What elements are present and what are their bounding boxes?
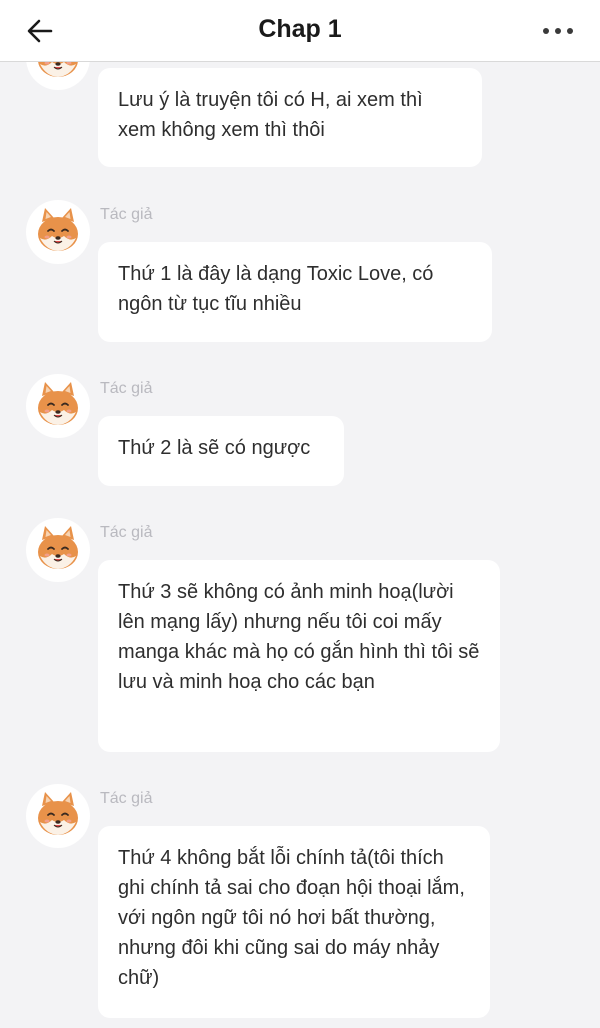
message-text: Lưu ý là truyện tôi có H, ai xem thì xem… [118,89,423,141]
message-bubble: Thứ 1 là đây là dạng Toxic Love, có ngôn… [98,242,492,342]
author-avatar[interactable] [26,518,90,582]
more-horizontal-icon [543,28,573,34]
author-avatar[interactable] [26,62,90,90]
message-bubble: Thứ 4 không bắt lỗi chính tả(tôi thích g… [98,826,490,1018]
message-feed[interactable]: Lưu ý là truyện tôi có H, ai xem thì xem… [0,62,600,1028]
shiba-dog-icon [38,62,78,77]
author-avatar[interactable] [26,374,90,438]
top-bar: Chap 1 [0,0,600,62]
author-avatar[interactable] [26,784,90,848]
message-text: Thứ 2 là sẽ có ngược [118,437,311,459]
message-text: Thứ 3 sẽ không có ảnh minh hoạ(lười lên … [118,581,480,693]
more-options-button[interactable] [538,14,578,48]
message-bubble: Lưu ý là truyện tôi có H, ai xem thì xem… [98,68,482,167]
author-label: Tác giả [100,380,153,397]
shiba-dog-icon [38,526,78,569]
shiba-dog-icon [38,208,78,251]
message-bubble: Thứ 3 sẽ không có ảnh minh hoạ(lười lên … [98,560,500,752]
shiba-dog-icon [38,792,78,835]
message-bubble: Thứ 2 là sẽ có ngược [98,416,344,486]
back-button[interactable] [22,13,58,49]
shiba-dog-icon [38,382,78,425]
arrow-left-icon [27,19,53,43]
message-text: Thứ 1 là đây là dạng Toxic Love, có ngôn… [118,263,434,315]
author-label: Tác giả [100,790,153,807]
message-text: Thứ 4 không bắt lỗi chính tả(tôi thích g… [118,847,465,989]
author-label: Tác giả [100,206,153,223]
page-title: Chap 1 [258,15,342,43]
author-label: Tác giả [100,524,153,541]
author-avatar[interactable] [26,200,90,264]
